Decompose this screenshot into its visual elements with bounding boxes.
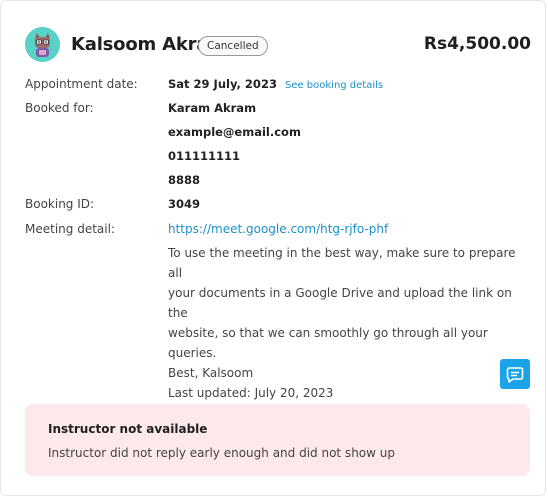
meeting-note: To use the meeting in the best way, make… — [168, 243, 528, 403]
booking-id-label: Booking ID: — [25, 197, 95, 211]
alert-title: Instructor not available — [48, 422, 208, 436]
meeting-note-line: To use the meeting in the best way, make… — [168, 246, 516, 280]
cat-avatar-icon — [25, 27, 60, 62]
last-updated: Last updated: July 20, 2023 — [168, 386, 334, 400]
booked-for-name: Karam Akram — [168, 101, 257, 115]
booking-id-value: 3049 — [168, 197, 201, 211]
appointment-date-value: Sat 29 July, 2023 See booking details — [168, 77, 383, 91]
meeting-note-line: your documents in a Google Drive and upl… — [168, 286, 512, 320]
meeting-note-line: website, so that we can smoothly go thro… — [168, 326, 488, 360]
booked-for-extra: 8888 — [168, 173, 201, 187]
meeting-detail-label: Meeting detail: — [25, 222, 115, 236]
booked-for-phone: 011111111 — [168, 149, 241, 163]
meeting-note-line: Best, Kalsoom — [168, 366, 254, 380]
alert-message: Instructor did not reply early enough an… — [48, 446, 395, 460]
chat-button[interactable] — [500, 359, 530, 389]
chat-bubble-icon — [506, 367, 524, 383]
see-booking-details-link[interactable]: See booking details — [285, 80, 383, 91]
booking-price: Rs4,500.00 — [423, 34, 531, 54]
meeting-link[interactable]: https://meet.google.com/htg-rjfo-phf — [168, 222, 388, 236]
booked-for-label: Booked for: — [25, 101, 94, 115]
instructor-unavailable-alert: Instructor not available Instructor did … — [25, 404, 530, 476]
avatar — [25, 27, 60, 62]
appointment-date-label: Appointment date: — [25, 77, 138, 91]
status-badge: Cancelled — [198, 36, 268, 56]
appointment-date-text: Sat 29 July, 2023 — [168, 77, 277, 91]
booked-for-email: example@email.com — [168, 125, 301, 139]
booking-card: Kalsoom Akram Cancelled Rs4,500.00 Appoi… — [0, 0, 546, 496]
booking-header: Kalsoom Akram Cancelled Rs4,500.00 — [25, 27, 531, 63]
